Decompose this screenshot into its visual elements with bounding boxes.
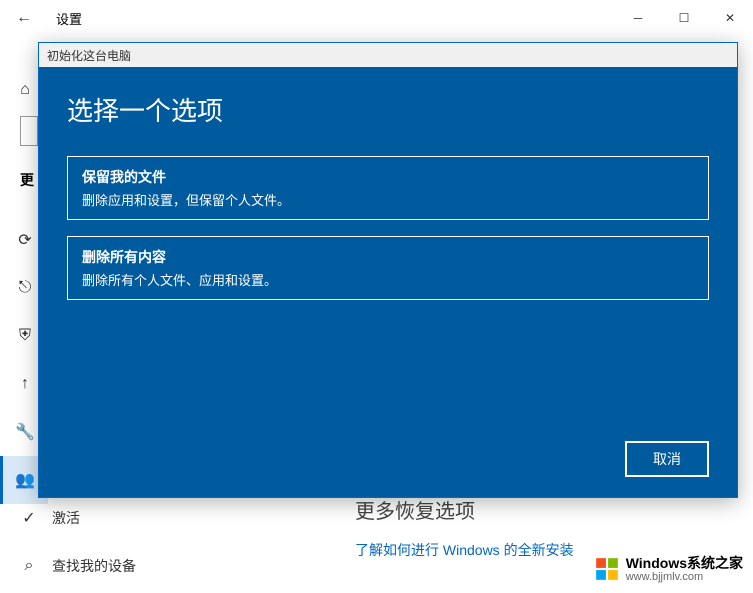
watermark-title: Windows系统之家 bbox=[626, 556, 743, 571]
sidebar-item-find-device[interactable]: ⌕ 查找我的设备 bbox=[20, 556, 136, 576]
window-title: 设置 bbox=[56, 9, 82, 28]
window-titlebar: ← 设置 ─ ☐ ✕ bbox=[0, 0, 753, 36]
minimize-button[interactable]: ─ bbox=[615, 0, 661, 36]
dialog-body: 选择一个选项 保留我的文件 删除应用和设置，但保留个人文件。 删除所有内容 删除… bbox=[39, 67, 737, 497]
fresh-install-link[interactable]: 了解如何进行 Windows 的全新安装 bbox=[355, 540, 574, 560]
option-remove-everything[interactable]: 删除所有内容 删除所有个人文件、应用和设置。 bbox=[67, 236, 709, 300]
location-icon: ⌕ bbox=[20, 557, 38, 575]
watermark: Windows系统之家 www.bjjmlv.com bbox=[594, 556, 743, 583]
option-remove-desc: 删除所有个人文件、应用和设置。 bbox=[82, 270, 694, 289]
option-keep-files-title: 保留我的文件 bbox=[82, 167, 694, 187]
watermark-url: www.bjjmlv.com bbox=[626, 571, 743, 583]
delivery-icon: ⎋ bbox=[16, 279, 34, 297]
more-recovery-heading: 更多恢复选项 bbox=[355, 495, 475, 524]
check-icon: ✓ bbox=[20, 508, 38, 528]
shield-icon: ⛨ bbox=[16, 327, 34, 345]
dialog-heading: 选择一个选项 bbox=[67, 91, 709, 128]
cancel-button[interactable]: 取消 bbox=[625, 441, 709, 477]
reset-pc-dialog: 初始化这台电脑 选择一个选项 保留我的文件 删除应用和设置，但保留个人文件。 删… bbox=[38, 42, 738, 498]
recovery-icon: 👥 bbox=[16, 470, 34, 490]
window-controls: ─ ☐ ✕ bbox=[615, 0, 753, 36]
activation-label: 激活 bbox=[52, 508, 80, 528]
home-icon: ⌂ bbox=[16, 81, 34, 99]
back-icon[interactable]: ← bbox=[16, 9, 32, 27]
close-button[interactable]: ✕ bbox=[707, 0, 753, 36]
sync-icon: ⟳ bbox=[16, 230, 34, 250]
backup-icon: ↑ bbox=[16, 375, 34, 393]
windows-logo-icon bbox=[594, 556, 620, 582]
sidebar-item-activation[interactable]: ✓ 激活 bbox=[20, 508, 80, 528]
update-section-label: 更 bbox=[20, 170, 34, 190]
window-left-group: ← 设置 bbox=[16, 9, 82, 28]
option-keep-files[interactable]: 保留我的文件 删除应用和设置，但保留个人文件。 bbox=[67, 156, 709, 220]
watermark-text: Windows系统之家 www.bjjmlv.com bbox=[626, 556, 743, 583]
wrench-icon: 🔧 bbox=[16, 422, 34, 442]
dialog-titlebar: 初始化这台电脑 bbox=[39, 43, 737, 67]
search-box-partial[interactable] bbox=[20, 116, 38, 146]
option-remove-title: 删除所有内容 bbox=[82, 247, 694, 267]
find-device-label: 查找我的设备 bbox=[52, 556, 136, 576]
maximize-button[interactable]: ☐ bbox=[661, 0, 707, 36]
option-keep-files-desc: 删除应用和设置，但保留个人文件。 bbox=[82, 190, 694, 209]
